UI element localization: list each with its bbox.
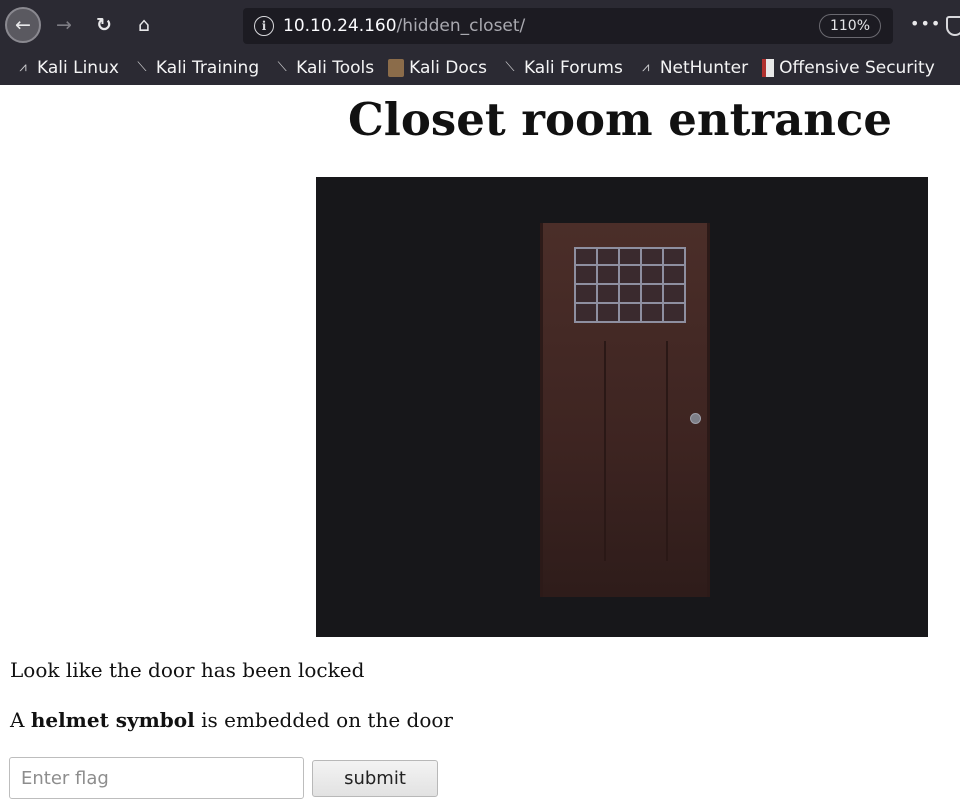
bookmark-offensive-security[interactable]: Offensive Security: [762, 58, 935, 78]
arrow-right-icon: →: [56, 14, 72, 36]
bookmark-kali-tools[interactable]: ⟍ Kali Tools: [273, 57, 375, 78]
browser-chrome: ← → ↻ ⌂ i 10.10.24.160 /hidden_closet/ 1…: [0, 0, 960, 85]
home-button[interactable]: ⌂: [126, 7, 162, 43]
door: [540, 223, 710, 597]
bookmark-label: Kali Training: [155, 57, 260, 78]
url-path: /hidden_closet/: [396, 16, 526, 36]
bookmark-label: Kali Linux: [37, 57, 119, 78]
kali-dragon-icon: ⟍: [505, 60, 515, 75]
door-window-grille: [574, 247, 686, 323]
kali-dragon-icon: ⟍: [137, 60, 147, 75]
bookmark-nethunter[interactable]: ⩘ NetHunter: [637, 58, 748, 78]
bookmark-label: Kali Docs: [409, 57, 487, 78]
shield-icon[interactable]: [946, 16, 960, 36]
hint-bold: helmet symbol: [30, 708, 195, 732]
closet-door-image: [316, 177, 928, 637]
bookmark-label: Kali Forums: [523, 57, 623, 78]
reload-icon: ↻: [96, 14, 112, 36]
flag-input[interactable]: [9, 757, 304, 799]
zoom-level-badge[interactable]: 110%: [818, 14, 881, 38]
page-content: Closet room entrance Look like the door …: [0, 85, 960, 805]
kali-dragon-icon: ⟍: [277, 60, 287, 75]
bookmark-label: Offensive Security: [779, 57, 935, 78]
locked-message: Look like the door has been locked: [10, 658, 365, 682]
bookmark-label: Kali Tools: [296, 57, 375, 78]
door-knob: [690, 413, 701, 424]
offensive-security-icon: [762, 58, 775, 77]
url-host: 10.10.24.160: [283, 16, 397, 36]
submit-button[interactable]: submit: [312, 760, 438, 797]
hint-message: A helmet symbol is embedded on the door: [10, 708, 453, 732]
home-icon: ⌂: [137, 14, 151, 36]
door-panel-line: [604, 341, 606, 561]
more-options-icon[interactable]: •••: [910, 14, 941, 33]
info-icon[interactable]: i: [254, 16, 274, 36]
bookmark-kali-forums[interactable]: ⟍ Kali Forums: [501, 57, 623, 78]
reload-button[interactable]: ↻: [86, 7, 122, 43]
bookmark-kali-docs[interactable]: Kali Docs: [388, 58, 487, 78]
hint-suffix: is embedded on the door: [194, 708, 453, 732]
hint-prefix: A: [10, 708, 31, 732]
door-panel-line: [666, 341, 668, 561]
page-title: Closet room entrance: [347, 93, 893, 146]
back-button[interactable]: ←: [5, 7, 41, 43]
address-bar[interactable]: i 10.10.24.160 /hidden_closet/ 110%: [243, 8, 893, 44]
kali-docs-icon: [388, 58, 405, 77]
bookmark-kali-training[interactable]: ⟍ Kali Training: [133, 58, 259, 78]
arrow-left-icon: ←: [15, 14, 31, 36]
kali-dragon-icon: ⩘: [19, 60, 27, 75]
bookmark-label: NetHunter: [659, 57, 749, 78]
forward-button[interactable]: →: [46, 7, 82, 43]
bookmarks-toolbar: ⩘ Kali Linux ⟍ Kali Training ⟍ Kali Tool…: [0, 50, 960, 85]
navigation-toolbar: ← → ↻ ⌂ i 10.10.24.160 /hidden_closet/ 1…: [0, 0, 960, 50]
nethunter-icon: ⩘: [642, 60, 650, 75]
bookmark-kali-linux[interactable]: ⩘ Kali Linux: [14, 58, 119, 78]
